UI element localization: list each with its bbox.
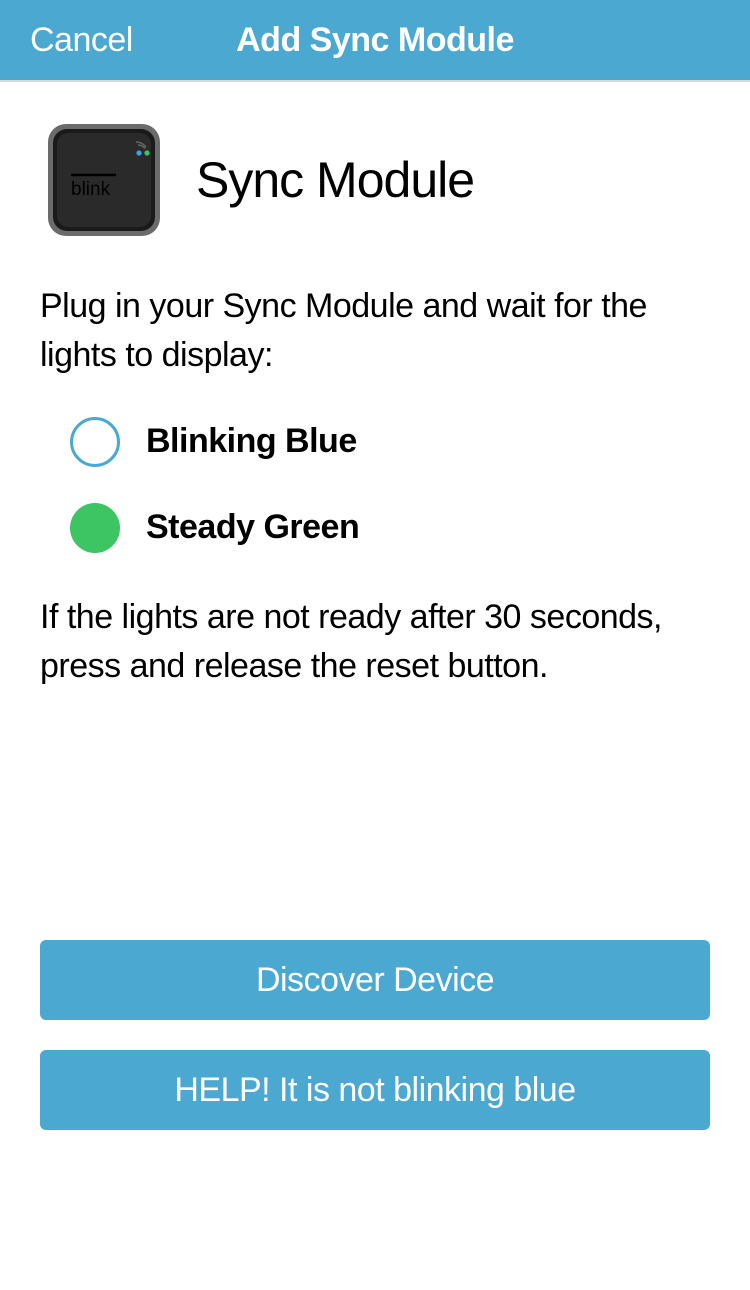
instruction-primary: Plug in your Sync Module and wait for th…	[40, 282, 710, 381]
hero-row: blink Sync Module	[46, 122, 710, 238]
svg-text:blink: blink	[71, 179, 111, 200]
steady-green-indicator-icon	[70, 503, 120, 553]
status-row-blinking-blue: Blinking Blue	[70, 417, 710, 467]
help-not-blinking-button[interactable]: HELP! It is not blinking blue	[40, 1050, 710, 1130]
sync-module-device-icon: blink	[46, 122, 162, 238]
hero-title: Sync Module	[196, 151, 474, 209]
navbar: Cancel Add Sync Module	[0, 0, 750, 82]
discover-device-button[interactable]: Discover Device	[40, 940, 710, 1020]
content: blink Sync Module Plug in your Sync Modu…	[0, 82, 750, 691]
blinking-blue-indicator-icon	[70, 417, 120, 467]
instruction-secondary: If the lights are not ready after 30 sec…	[40, 593, 710, 692]
status-row-steady-green: Steady Green	[70, 503, 710, 553]
status-list: Blinking Blue Steady Green	[70, 417, 710, 553]
status-label: Blinking Blue	[146, 422, 357, 461]
button-group: Discover Device HELP! It is not blinking…	[40, 940, 710, 1160]
cancel-button[interactable]: Cancel	[30, 21, 133, 60]
status-label: Steady Green	[146, 508, 359, 547]
page-title: Add Sync Module	[236, 21, 514, 60]
